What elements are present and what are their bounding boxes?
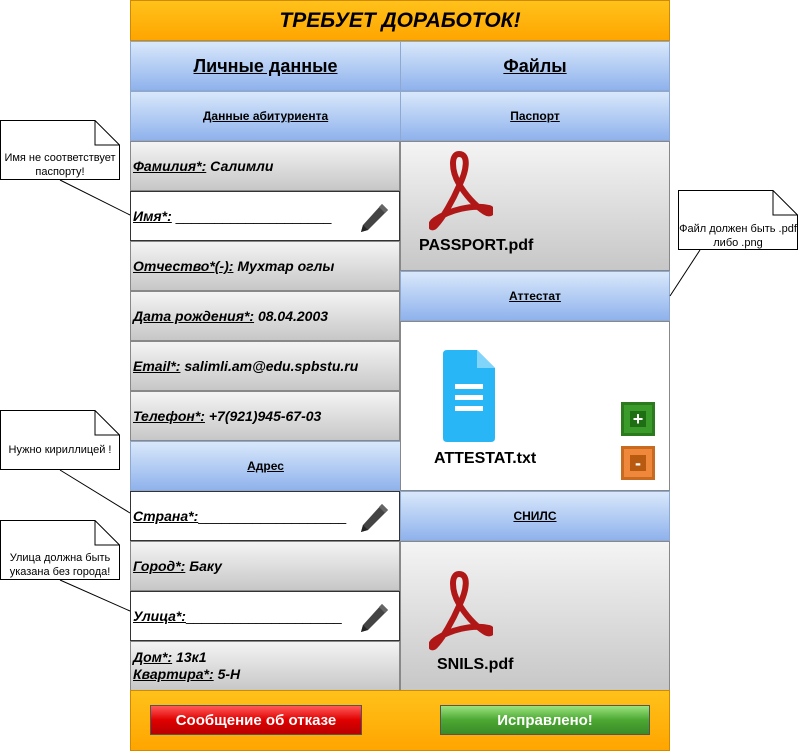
apartment-value: 5-Н: [217, 666, 241, 682]
file-format-note: Файл должен быть .pdf либо .png: [678, 190, 798, 250]
certificate-file-tile[interactable]: ATTESTAT.txt + -: [400, 321, 670, 491]
document-icon: [443, 350, 495, 442]
add-file-button[interactable]: +: [621, 402, 655, 436]
street-row[interactable]: Улица*: ____________________: [130, 591, 400, 641]
name-row[interactable]: Имя*: ____________________: [130, 191, 400, 241]
email-row: Email*: salimli.am@edu.spbstu.ru: [130, 341, 400, 391]
street-error-note: Улица должна быть указана без города!: [0, 520, 120, 580]
files-title: Файлы: [503, 55, 567, 76]
snils-file-tile[interactable]: SNILS.pdf: [400, 541, 670, 691]
applicant-section-header: Данные абитуриента: [130, 91, 401, 141]
city-label: Город*:: [133, 558, 186, 574]
edit-pencil-icon[interactable]: [357, 601, 391, 635]
phone-value: +7(921)945-67-03: [208, 408, 322, 424]
certificate-section-label: Аттестат: [509, 289, 561, 303]
patronymic-label: Отчество*(-):: [133, 258, 234, 274]
snils-section-header: СНИЛС: [400, 491, 670, 541]
house-apartment-row: Дом*: 13к1 Квартира*: 5-Н: [130, 641, 400, 691]
country-input[interactable]: ___________________: [198, 508, 346, 524]
minus-icon: -: [630, 454, 646, 472]
fixed-button[interactable]: Исправлено!: [440, 705, 650, 735]
name-label: Имя*:: [133, 208, 172, 224]
edit-pencil-icon[interactable]: [357, 501, 391, 535]
country-error-text: Нужно кириллицей !: [8, 444, 112, 456]
snils-section-label: СНИЛС: [513, 509, 557, 523]
street-input[interactable]: ____________________: [186, 608, 342, 624]
remove-file-button[interactable]: -: [621, 446, 655, 480]
passport-section-header: Паспорт: [400, 91, 670, 141]
personal-data-heading: Личные данные: [130, 41, 401, 91]
birthdate-value: 08.04.2003: [257, 308, 329, 324]
pdf-icon: [429, 151, 493, 231]
patronymic-value: Мухтар оглы: [237, 258, 335, 274]
city-row: Город*: Баку: [130, 541, 400, 591]
surname-label: Фамилия*:: [133, 158, 207, 174]
patronymic-row: Отчество*(-): Мухтар оглы: [130, 241, 400, 291]
fixed-button-label: Исправлено!: [497, 711, 593, 729]
passport-section-label: Паспорт: [510, 109, 560, 123]
name-input[interactable]: ____________________: [176, 208, 332, 224]
house-value: 13к1: [176, 649, 207, 665]
note-shape: [0, 410, 120, 470]
status-title: ТРЕБУЕТ ДОРАБОТОК!: [279, 8, 521, 32]
reject-message-button[interactable]: Сообщение об отказе: [150, 705, 362, 735]
passport-file-tile[interactable]: PASSPORT.pdf: [400, 141, 670, 271]
phone-label: Телефон*:: [133, 408, 205, 424]
address-section-label: Адрес: [247, 459, 284, 473]
street-label: Улица*:: [133, 608, 186, 624]
name-error-text: Имя не соответствует паспорту!: [4, 152, 116, 178]
file-format-text: Файл должен быть .pdf либо .png: [679, 223, 797, 249]
birthdate-label: Дата рождения*:: [133, 308, 255, 324]
surname-row: Фамилия*: Салимли: [130, 141, 400, 191]
email-value: salimli.am@edu.spbstu.ru: [184, 358, 359, 374]
files-heading: Файлы: [400, 41, 670, 91]
reject-button-label: Сообщение об отказе: [175, 711, 337, 729]
name-error-note: Имя не соответствует паспорту!: [0, 120, 120, 180]
email-label: Email*:: [133, 358, 181, 374]
address-section-header: Адрес: [130, 441, 401, 491]
personal-data-title: Личные данные: [193, 55, 338, 76]
snils-filename: SNILS.pdf: [437, 656, 514, 673]
house-label: Дом*:: [133, 649, 173, 665]
plus-icon: +: [630, 410, 646, 428]
applicant-section-label: Данные абитуриента: [202, 109, 329, 123]
edit-pencil-icon[interactable]: [357, 201, 391, 235]
phone-row: Телефон*: +7(921)945-67-03: [130, 391, 400, 441]
city-value: Баку: [189, 558, 222, 574]
status-header: ТРЕБУЕТ ДОРАБОТОК!: [130, 0, 670, 41]
certificate-filename: ATTESTAT.txt: [434, 450, 537, 467]
country-label: Страна*:: [133, 508, 199, 524]
certificate-section-header: Аттестат: [400, 271, 670, 321]
birthdate-row: Дата рождения*: 08.04.2003: [130, 291, 400, 341]
country-error-note: Нужно кириллицей !: [0, 410, 120, 470]
apartment-label: Квартира*:: [133, 666, 214, 682]
country-row[interactable]: Страна*: ___________________: [130, 491, 400, 541]
pdf-icon: [429, 571, 493, 651]
surname-value: Салимли: [210, 158, 274, 174]
street-error-text: Улица должна быть указана без города!: [9, 552, 111, 578]
passport-filename: PASSPORT.pdf: [419, 237, 534, 254]
